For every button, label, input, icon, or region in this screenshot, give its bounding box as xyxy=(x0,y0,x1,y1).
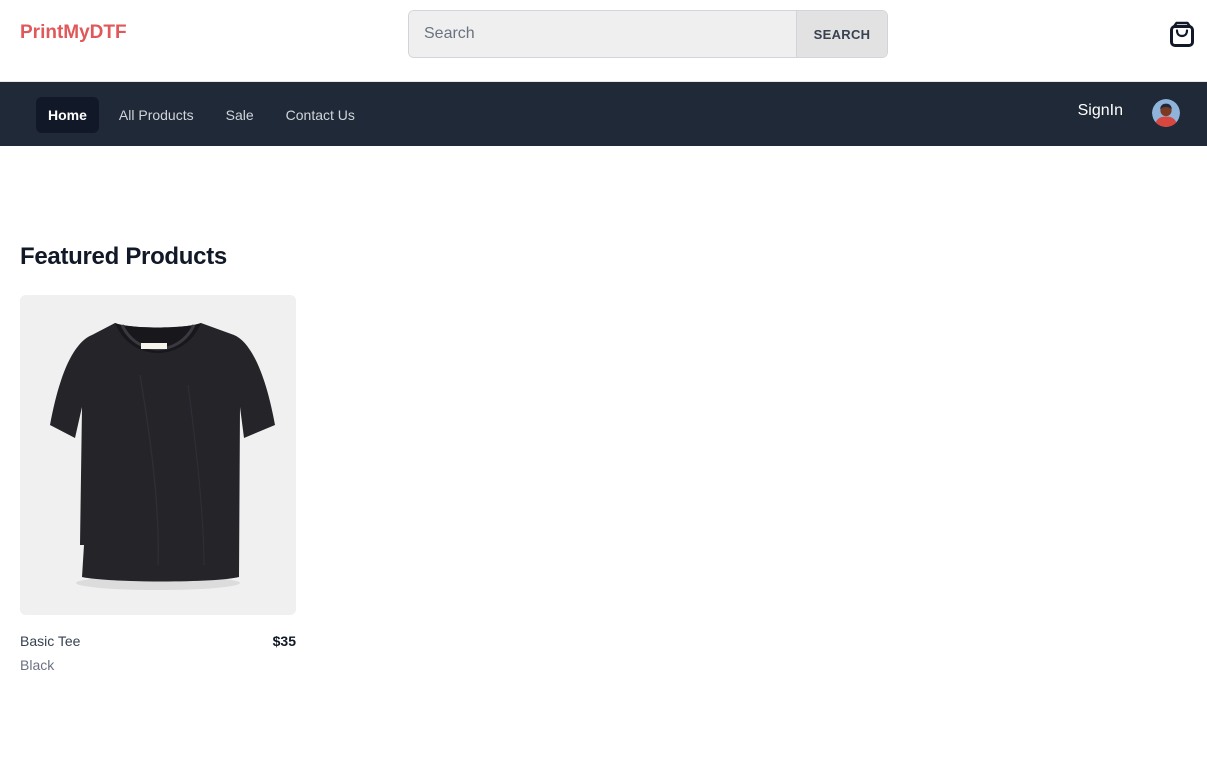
shopping-bag-icon[interactable] xyxy=(1170,21,1194,47)
nav-link-contact-us[interactable]: Contact Us xyxy=(274,97,367,133)
user-avatar-icon[interactable] xyxy=(1152,99,1180,127)
main-navbar: Home All Products Sale Contact Us SignIn xyxy=(0,82,1207,146)
black-t-shirt-image xyxy=(20,295,296,615)
top-header: PrintMyDTF SEARCH xyxy=(0,0,1207,82)
search-input[interactable] xyxy=(409,11,796,57)
nav-link-sale[interactable]: Sale xyxy=(214,97,266,133)
brand-logo-link[interactable]: PrintMyDTF xyxy=(20,22,127,44)
shopping-bag-icon-graphic xyxy=(1170,21,1194,47)
product-color: Black xyxy=(20,657,55,673)
main-content: Featured Products Basic Tee $35 Black xyxy=(0,243,1207,673)
product-name[interactable]: Basic Tee xyxy=(20,633,80,649)
nav-links: Home All Products Sale Contact Us xyxy=(36,97,367,133)
search-button[interactable]: SEARCH xyxy=(796,11,887,57)
product-image[interactable] xyxy=(20,295,296,615)
nav-link-all-products[interactable]: All Products xyxy=(107,97,206,133)
product-card[interactable]: Basic Tee $35 Black xyxy=(20,295,296,673)
product-meta: Basic Tee $35 xyxy=(20,633,296,649)
product-price: $35 xyxy=(272,633,296,649)
search-bar: SEARCH xyxy=(408,10,888,58)
signin-link[interactable]: SignIn xyxy=(1078,102,1123,120)
nav-link-home[interactable]: Home xyxy=(36,97,99,133)
user-avatar-graphic xyxy=(1152,99,1180,127)
featured-products-title: Featured Products xyxy=(20,243,227,270)
